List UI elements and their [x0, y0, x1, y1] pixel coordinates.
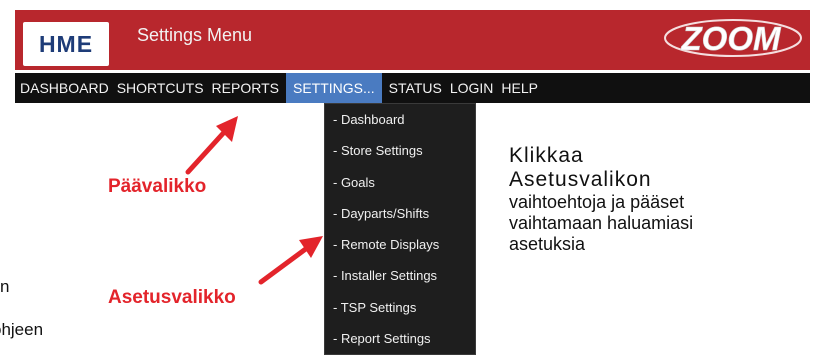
zoom-logo: ZOOM — [664, 19, 802, 57]
instruction-line-3: vaihtoehtoja ja pääset — [509, 192, 685, 213]
menu-item-dashboard[interactable]: - Dashboard — [325, 104, 475, 135]
hme-logo-text: HME — [38, 30, 94, 57]
nav-reports[interactable]: REPORTS — [208, 73, 283, 103]
nav-help[interactable]: HELP — [497, 73, 542, 103]
menu-item-tsp-settings[interactable]: - TSP Settings — [325, 292, 475, 323]
menu-item-report-settings[interactable]: - Report Settings — [325, 323, 475, 354]
menu-item-store-settings[interactable]: - Store Settings — [325, 135, 475, 166]
edge-text-1: n — [0, 277, 10, 296]
settings-dropdown-menu: - Dashboard - Store Settings - Goals - D… — [324, 103, 476, 355]
main-nav: DASHBOARD SHORTCUTS REPORTS SETTINGS... … — [15, 73, 810, 103]
nav-dashboard[interactable]: DASHBOARD — [15, 73, 113, 103]
instruction-line-1: Klikkaa — [509, 144, 584, 167]
nav-login[interactable]: LOGIN — [446, 73, 498, 103]
nav-status[interactable]: STATUS — [385, 73, 446, 103]
instruction-text: Klikkaa Asetusvalikon vaihtoehtoja ja pä… — [509, 144, 693, 254]
nav-settings[interactable]: SETTINGS... — [285, 73, 382, 103]
page-title: Settings Menu — [137, 25, 253, 45]
instruction-line-2: Asetusvalikon — [509, 168, 652, 192]
menu-item-remote-displays[interactable]: - Remote Displays — [325, 229, 475, 260]
menu-item-goals[interactable]: - Goals — [325, 167, 475, 198]
nav-shortcuts[interactable]: SHORTCUTS — [113, 73, 208, 103]
settings-menu-arrow-icon — [258, 236, 323, 285]
edge-text-2: ohjeen — [0, 320, 44, 339]
zoom-logo-text: ZOOM — [681, 20, 782, 57]
app-header: HME Settings Menu ZOOM — [15, 10, 810, 70]
main-menu-label: Päävalikko — [108, 176, 207, 197]
menu-item-installer-settings[interactable]: - Installer Settings — [325, 260, 475, 291]
main-menu-arrow-icon — [185, 116, 238, 175]
menu-item-dayparts-shifts[interactable]: - Dayparts/Shifts — [325, 198, 475, 229]
instruction-line-5: asetuksia — [509, 233, 586, 254]
hme-logo: HME — [23, 22, 109, 66]
settings-menu-label: Asetusvalikko — [108, 287, 236, 308]
instruction-line-4: vaihtamaan haluamiasi — [509, 212, 694, 233]
